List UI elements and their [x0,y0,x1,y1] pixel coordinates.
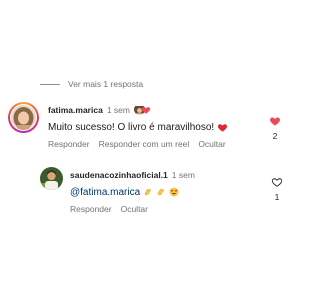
avatar-photo-image [11,105,36,130]
heart-outline-icon[interactable] [271,176,283,188]
hide-button[interactable]: Ocultar [198,139,225,149]
hide-button[interactable]: Ocultar [121,204,148,214]
heart-emoji-icon [218,123,228,132]
reply-meta: saudenacozinhaoficial.1 1 sem [70,168,260,182]
reply-button[interactable]: Responder [70,204,112,214]
mention-link[interactable]: @fatima.marica [70,187,140,198]
reply-body: saudenacozinhaoficial.1 1 sem @fatima.ma… [70,168,260,214]
reply-like-button[interactable]: 1 [269,176,285,202]
comment-like-count: 2 [272,131,278,141]
avatar-frame [10,104,37,131]
comment-like-button[interactable]: 2 [267,115,283,141]
divider-line [40,83,60,85]
comment: fatima.marica 1 sem Muito sucesso! O liv… [8,102,292,162]
comment-body: fatima.marica 1 sem Muito sucesso! O liv… [48,103,258,149]
comment-text-line: Muito sucesso! O livro é maravilhoso! [48,120,258,134]
reply-with-reel-button[interactable]: Responder com um reel [99,139,190,149]
smiling-face-with-heart-eyes-icon [169,187,179,197]
reply-button[interactable]: Responder [48,139,90,149]
heart-icon [141,107,151,114]
reply-time: 1 sem [171,170,195,180]
reply-like-count: 1 [274,192,280,202]
reply-username[interactable]: saudenacozinhaoficial.1 [70,170,168,180]
reply-actions: Responder Ocultar [70,204,260,214]
reply-avatar-image [40,167,63,190]
view-more-replies[interactable]: Ver mais 1 resposta [40,79,143,89]
heart-filled-icon[interactable] [269,115,281,127]
comments-thread: Ver mais 1 resposta fatima.marica 1 sem [0,0,300,300]
comment-meta: fatima.marica 1 sem [48,103,258,117]
comment-username[interactable]: fatima.marica [48,105,103,115]
clapping-hands-icon [144,188,152,196]
avatar[interactable] [40,167,63,190]
comment-actions: Responder Responder com um reel Ocultar [48,139,258,149]
comment-time: 1 sem [106,105,130,115]
comment-text: Muito sucesso! O livro é maravilhoso! [48,121,215,133]
avatar-story-ring[interactable] [8,102,39,133]
view-more-replies-label: Ver mais 1 resposta [68,79,144,89]
liked-by-author-badge [133,104,152,116]
reply-comment: saudenacozinhaoficial.1 1 sem @fatima.ma… [40,167,292,217]
avatar [11,105,36,130]
reply-text-line: @fatima.marica [70,185,260,199]
clapping-hands-icon [157,188,165,196]
